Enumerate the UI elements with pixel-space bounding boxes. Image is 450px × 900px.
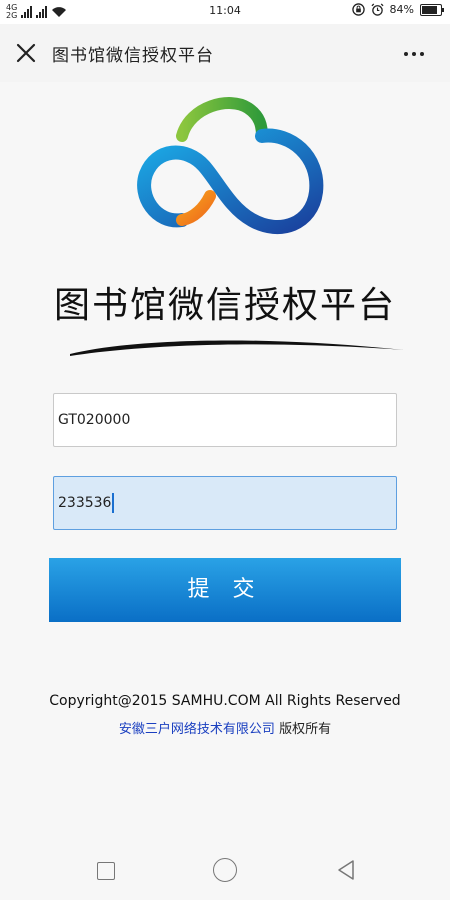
battery-percent: 84%	[389, 3, 414, 16]
cloud-logo-icon	[137, 97, 324, 235]
status-bar: 4G 2G 11:04 84%	[0, 0, 450, 24]
alarm-icon	[371, 3, 384, 16]
recent-apps-button[interactable]	[97, 862, 115, 880]
close-button[interactable]	[12, 39, 40, 67]
copyright-text: Copyright@2015 SAMHU.COM All Rights Rese…	[49, 693, 401, 709]
username-input[interactable]: GT020000	[53, 393, 397, 447]
battery-icon	[420, 3, 444, 16]
password-value: 233536	[58, 495, 112, 511]
brand-title: 图书馆微信授权平台	[53, 285, 396, 326]
brush-swoosh	[70, 340, 404, 356]
password-input[interactable]: 233536	[53, 476, 397, 530]
page-content: 图书馆微信授权平台 GT020000 233536 提 交 Copyright@…	[0, 82, 450, 850]
more-dot	[420, 52, 424, 56]
company-link[interactable]: 安徽三户网络技术有限公司	[119, 722, 275, 737]
status-right: 84%	[351, 3, 444, 16]
system-nav-bar	[0, 850, 450, 900]
close-icon	[16, 43, 36, 63]
more-dot	[412, 52, 416, 56]
lock-rotation-icon	[351, 3, 365, 16]
more-dot	[404, 52, 408, 56]
text-caret	[112, 493, 115, 513]
home-button[interactable]	[213, 858, 237, 882]
submit-button[interactable]: 提 交	[49, 558, 401, 622]
more-button[interactable]	[404, 44, 430, 64]
rights-text: 版权所有	[279, 722, 332, 737]
back-button[interactable]	[336, 859, 356, 881]
username-value: GT020000	[58, 412, 131, 428]
company-line: 安徽三户网络技术有限公司 版权所有	[0, 718, 450, 737]
battery-fill	[422, 5, 438, 14]
nav-title: 图书馆微信授权平台	[52, 46, 214, 66]
nav-bar: 图书馆微信授权平台	[0, 24, 450, 82]
